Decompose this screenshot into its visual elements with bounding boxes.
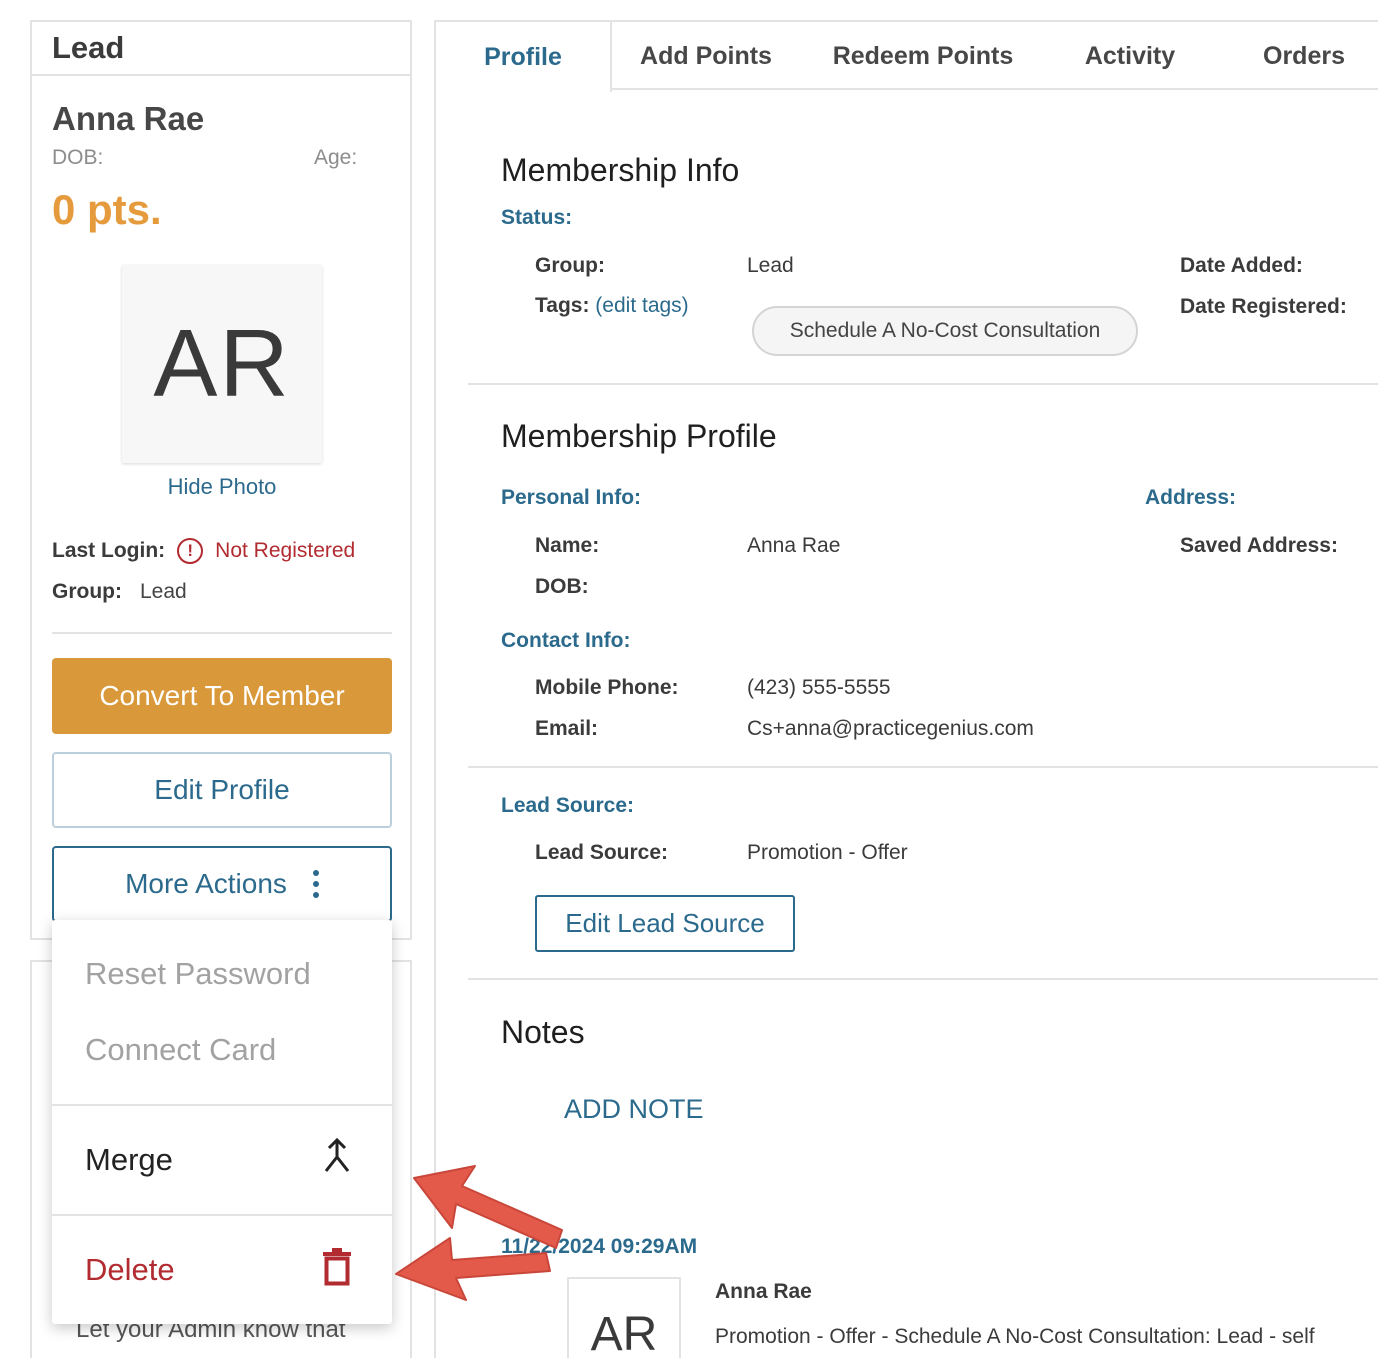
more-actions-button[interactable]: More Actions [52,846,392,922]
profile-panel: Profile Add Points Redeem Points Activit… [434,20,1378,1358]
points-total: 0 pts. [52,186,162,233]
lead-source-heading: Lead Source: [501,794,635,817]
alert-circle-icon: ! [177,538,204,564]
date-added-label: Date Added: [1180,254,1303,277]
convert-to-member-button[interactable]: Convert To Member [52,658,392,734]
card-title: Lead [32,22,410,76]
merge-icon [322,1137,352,1183]
divider [52,632,392,634]
dob-label: DOB: [52,146,104,169]
email-value: Cs+anna@practicegenius.com [747,717,1034,740]
more-actions-label: More Actions [125,868,287,899]
dob-label: DOB: [535,575,589,598]
tab-bar: Profile Add Points Redeem Points Activit… [436,22,1378,92]
last-login-label: Last Login: [52,539,166,562]
edit-lead-source-button[interactable]: Edit Lead Source [535,895,795,952]
section-divider [468,383,1378,385]
add-note-button[interactable]: ADD NOTE [564,1094,704,1125]
membership-profile-title: Membership Profile [501,418,777,454]
last-login-row: Last Login: ! Not Registered [52,538,355,564]
mobile-phone-label: Mobile Phone: [535,676,679,699]
email-label: Email: [535,717,599,740]
menu-item-label: Merge [85,1142,173,1177]
more-actions-menu: Reset Password Connect Card Merge Delete [52,920,392,1324]
hide-photo-link[interactable]: Hide Photo [32,474,412,500]
menu-item-label: Delete [85,1252,175,1287]
notes-title: Notes [501,1014,585,1050]
status-label: Status: [501,206,573,229]
menu-item-label: Reset Password [85,956,311,991]
tab-profile[interactable]: Profile [436,22,612,92]
tab-redeem-points[interactable]: Redeem Points [800,22,1046,90]
note-text: Promotion - Offer - Schedule A No-Cost C… [715,1325,1315,1348]
name-label: Name: [535,534,600,557]
group-label: Group: [52,580,122,603]
group-label: Group: [535,254,605,277]
last-login-value: Not Registered [215,539,356,562]
tags-label: Tags: [535,294,590,317]
menu-item-merge[interactable]: Merge [52,1106,392,1214]
avatar: AR [122,265,322,463]
lead-source-value: Promotion - Offer [747,841,908,864]
lead-name: Anna Rae [52,100,205,137]
edit-tags-link[interactable]: (edit tags) [595,294,688,317]
saved-address-label: Saved Address: [1180,534,1338,557]
menu-item-label: Connect Card [85,1032,277,1067]
menu-item-delete[interactable]: Delete [52,1216,392,1324]
address-heading: Address: [1145,486,1237,509]
tab-add-points[interactable]: Add Points [612,22,800,90]
tab-activity[interactable]: Activity [1046,22,1214,90]
menu-item-connect-card[interactable]: Connect Card [52,1014,392,1086]
kebab-menu-icon [312,870,319,898]
trash-icon [322,1246,352,1294]
edit-profile-button[interactable]: Edit Profile [52,752,392,828]
lead-card: Lead Anna Rae DOB: Age: 0 pts. AR Hide P… [30,20,412,940]
tag-chip[interactable]: Schedule A No-Cost Consultation [752,306,1138,356]
note-author: Anna Rae [715,1280,812,1303]
group-value: Lead [747,254,794,277]
mobile-phone-value: (423) 555-5555 [747,676,891,699]
name-value: Anna Rae [747,534,841,557]
group-row: Group: Lead [52,580,187,604]
note-avatar: AR [567,1277,681,1358]
annotation-arrows [380,1150,570,1315]
tab-orders[interactable]: Orders [1214,22,1378,90]
section-divider [468,766,1378,768]
tags-row: Tags: (edit tags) [535,294,689,318]
date-registered-label: Date Registered: [1180,295,1347,318]
group-value: Lead [139,580,187,603]
lead-source-label: Lead Source: [535,841,669,864]
section-divider [468,978,1378,980]
menu-item-reset-password[interactable]: Reset Password [52,938,392,1010]
age-label: Age: [314,146,358,169]
personal-info-heading: Personal Info: [501,486,642,509]
membership-info-title: Membership Info [501,152,740,188]
contact-info-heading: Contact Info: [501,629,631,652]
